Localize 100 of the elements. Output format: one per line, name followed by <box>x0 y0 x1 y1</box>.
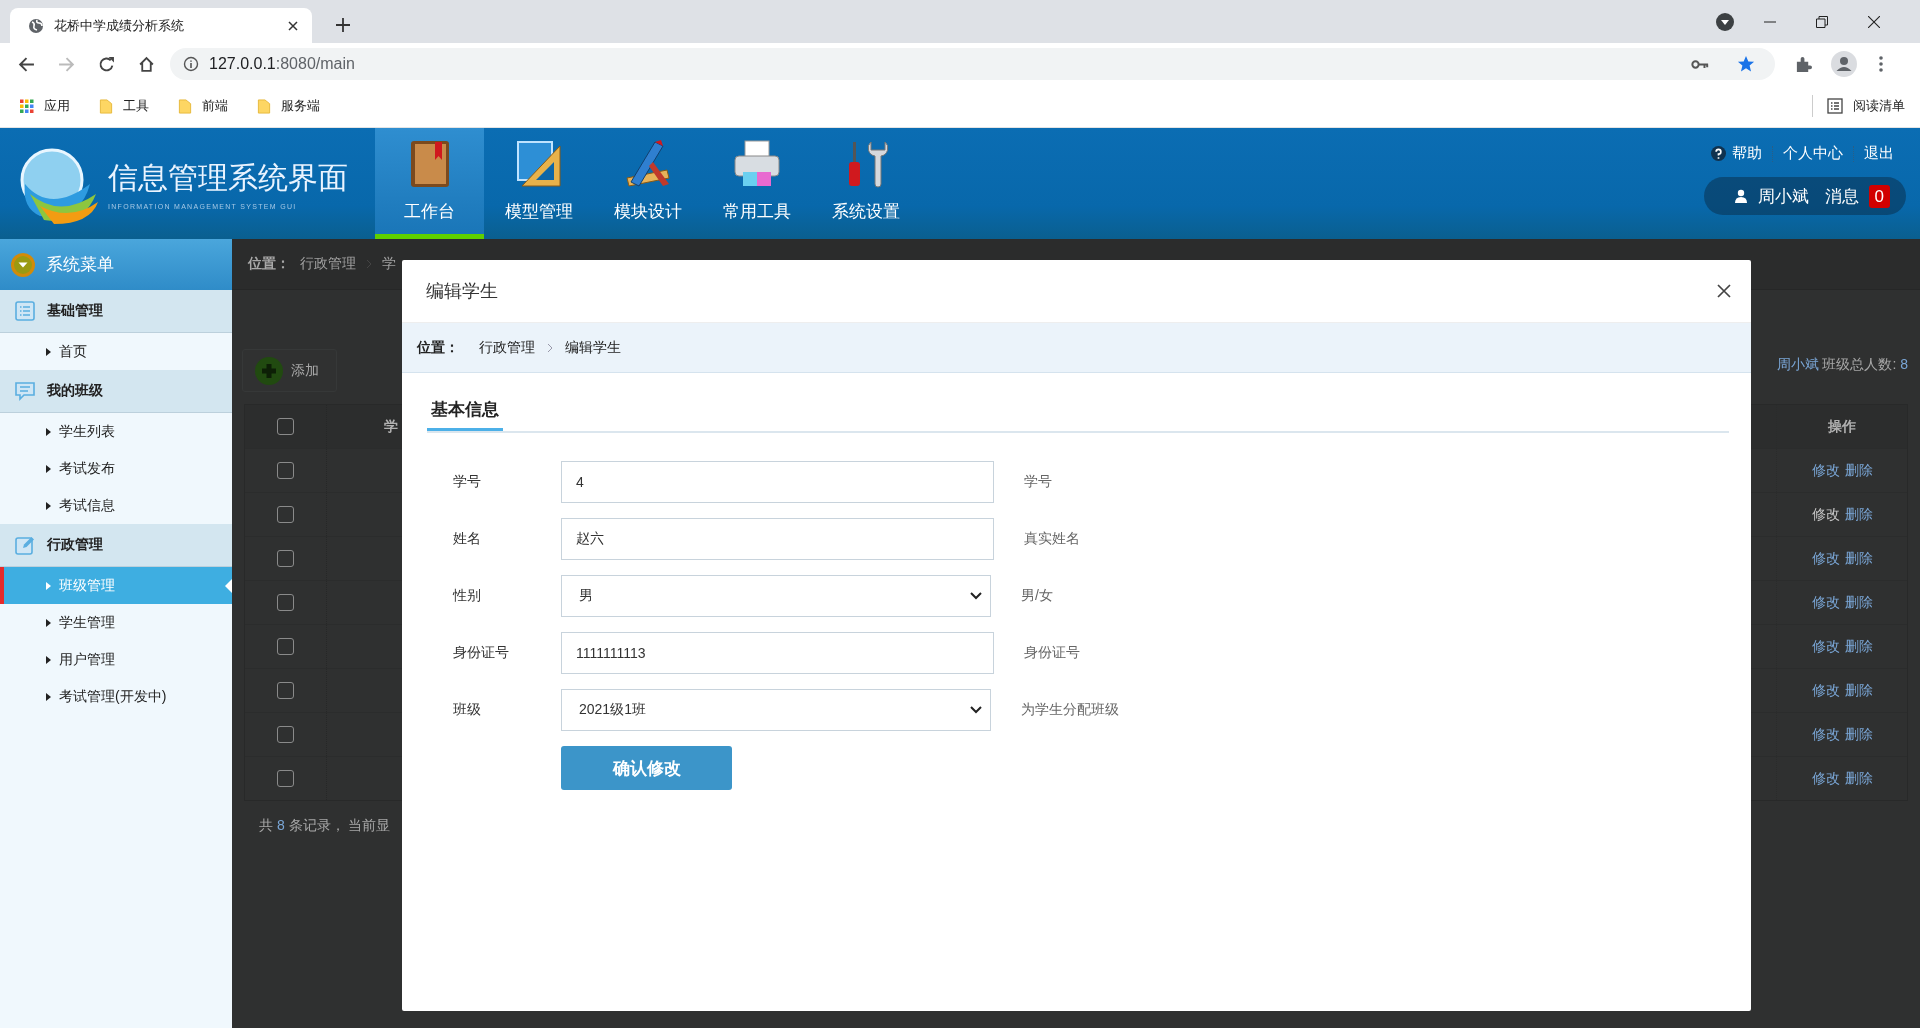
dropdown-field[interactable]: 2021级1班 <box>561 689 991 731</box>
row-checkbox[interactable] <box>277 462 294 479</box>
messages-link[interactable]: 消息 <box>1824 184 1859 208</box>
bookmark-item[interactable]: 工具 <box>99 97 149 115</box>
menu-item[interactable]: 首页 <box>0 333 232 370</box>
text-field[interactable]: 1111111113 <box>561 632 994 674</box>
reload-icon[interactable] <box>98 55 115 73</box>
breadcrumb-label: 位置： <box>417 338 459 357</box>
text-field[interactable]: 4 <box>561 461 994 503</box>
field-label: 姓名 <box>453 530 482 548</box>
delete-link[interactable]: 删除 <box>1844 549 1873 568</box>
bookmark-item[interactable]: 服务端 <box>257 97 320 115</box>
key-icon[interactable] <box>1691 58 1709 70</box>
edit-link[interactable]: 修改 <box>1811 769 1840 788</box>
back-arrow-icon[interactable] <box>18 55 35 73</box>
breadcrumb-link[interactable]: 行政管理 <box>300 255 356 273</box>
edit-link[interactable]: 修改 <box>1811 593 1840 612</box>
menu-item[interactable]: 学生管理 <box>0 604 232 641</box>
profile-avatar-icon[interactable] <box>1831 51 1857 77</box>
delete-link[interactable]: 删除 <box>1844 505 1873 524</box>
add-button[interactable]: 添加 <box>242 349 337 392</box>
field-hint: 男/女 <box>1021 587 1053 605</box>
menu-group-header[interactable]: 我的班级 <box>0 370 232 413</box>
nav-tab[interactable]: 工作台 <box>375 128 484 239</box>
edit-icon <box>15 535 35 555</box>
breadcrumb-link[interactable]: 行政管理 <box>479 338 535 357</box>
bookmark-item[interactable]: 前端 <box>178 97 228 115</box>
row-checkbox[interactable] <box>277 682 294 699</box>
restore-icon[interactable] <box>1816 16 1828 28</box>
address-bar[interactable]: 127.0.0.1:8080/main <box>170 48 1775 80</box>
home-icon[interactable] <box>138 55 155 73</box>
row-checkbox[interactable] <box>277 726 294 743</box>
text-field[interactable]: 赵六 <box>561 518 994 560</box>
breadcrumb-link[interactable]: 学 <box>382 255 396 273</box>
record-count-text: 共 8 条记录， 当前显 <box>258 816 392 835</box>
menu-item[interactable]: 考试发布 <box>0 450 232 487</box>
edit-link[interactable]: 修改 <box>1811 461 1840 480</box>
chat-bubble-icon <box>15 381 35 401</box>
menu-item[interactable]: 考试管理(开发中) <box>0 678 232 715</box>
menu-item[interactable]: 考试信息 <box>0 487 232 524</box>
nav-tab[interactable]: 模块设计 <box>593 128 702 239</box>
row-checkbox[interactable] <box>277 594 294 611</box>
delete-link[interactable]: 删除 <box>1844 461 1873 480</box>
column-header: 学 <box>384 417 398 436</box>
close-icon[interactable] <box>1868 16 1880 28</box>
menu-item[interactable]: 用户管理 <box>0 641 232 678</box>
delete-link[interactable]: 删除 <box>1844 637 1873 656</box>
edit-link[interactable]: 修改 <box>1811 681 1840 700</box>
close-icon[interactable] <box>1717 284 1731 298</box>
folder-icon <box>257 98 271 114</box>
star-icon[interactable] <box>1737 55 1755 73</box>
user-name[interactable]: 周小斌 <box>1757 184 1809 208</box>
nav-tab[interactable]: 常用工具 <box>702 128 811 239</box>
row-checkbox[interactable] <box>277 638 294 655</box>
reading-list-button[interactable]: 阅读清单 <box>1827 97 1905 115</box>
list-icon <box>15 301 35 321</box>
row-checkbox[interactable] <box>277 550 294 567</box>
nav-tab[interactable]: 模型管理 <box>484 128 593 239</box>
delete-link[interactable]: 删除 <box>1844 681 1873 700</box>
caret-icon <box>46 655 51 664</box>
header-link[interactable]: 个人中心 <box>1783 144 1843 163</box>
header-link[interactable]: 退出 <box>1864 144 1894 163</box>
delete-link[interactable]: 删除 <box>1844 725 1873 744</box>
help-icon <box>1711 146 1726 161</box>
menu-item[interactable]: 学生列表 <box>0 413 232 450</box>
edit-link[interactable]: 修改 <box>1811 637 1840 656</box>
dropdown-field[interactable]: 男 <box>561 575 991 617</box>
new-tab-icon[interactable] <box>336 18 350 32</box>
chevron-right-icon <box>366 259 372 269</box>
header-link[interactable]: 帮助 <box>1732 144 1762 163</box>
field-label: 性别 <box>453 587 482 605</box>
section-tab[interactable]: 基本信息 <box>427 395 503 431</box>
chevron-down-icon <box>970 706 982 714</box>
menu-icon[interactable] <box>1879 56 1883 72</box>
field-hint: 真实姓名 <box>1024 530 1080 548</box>
delete-link[interactable]: 删除 <box>1844 769 1873 788</box>
menu-group-header[interactable]: 基础管理 <box>0 290 232 333</box>
select-all-checkbox[interactable] <box>277 418 294 435</box>
field-label: 身份证号 <box>453 644 510 662</box>
edit-link[interactable]: 修改 <box>1811 725 1840 744</box>
puzzle-icon[interactable] <box>1795 55 1812 73</box>
dropdown-circle-icon <box>10 251 36 278</box>
field-label: 班级 <box>453 701 482 719</box>
apps-grid-icon <box>20 98 34 114</box>
folder-icon <box>99 98 113 114</box>
message-count-badge: 0 <box>1868 184 1890 208</box>
row-checkbox[interactable] <box>277 506 294 523</box>
bookmark-item[interactable]: 应用 <box>20 97 70 115</box>
dropdown-icon[interactable] <box>1716 13 1734 31</box>
edit-link[interactable]: 修改 <box>1811 505 1840 524</box>
delete-link[interactable]: 删除 <box>1844 593 1873 612</box>
row-checkbox[interactable] <box>277 770 294 787</box>
nav-tab[interactable]: 系统设置 <box>811 128 920 239</box>
browser-tab[interactable]: 花桥中学成绩分析系统 <box>10 8 312 43</box>
menu-group-header[interactable]: 行政管理 <box>0 524 232 567</box>
edit-link[interactable]: 修改 <box>1811 549 1840 568</box>
close-icon[interactable] <box>288 20 298 31</box>
caret-icon <box>46 427 51 436</box>
globe-icon <box>28 17 44 34</box>
breadcrumb-link[interactable]: 编辑学生 <box>565 338 621 357</box>
